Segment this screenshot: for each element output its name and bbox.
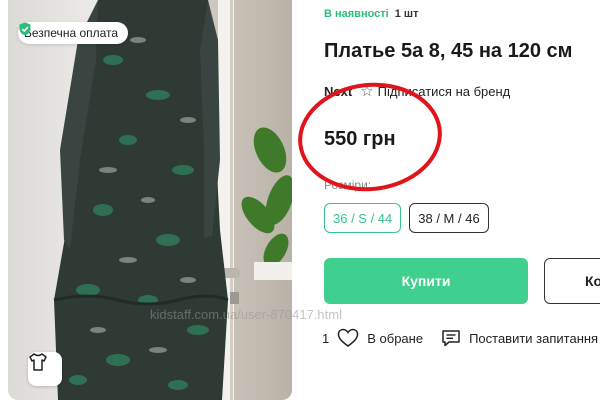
star-icon: ☆: [360, 83, 374, 100]
product-price: 550 грн: [324, 128, 396, 150]
ask-question-label: Поставити запитання: [469, 330, 599, 346]
shield-check-icon: [19, 22, 31, 36]
size-option-selected[interactable]: 36 / S / 44: [324, 203, 402, 233]
safe-payment-label: Безпечна оплата: [24, 26, 119, 40]
secondary-action-button[interactable]: Ко: [544, 258, 600, 304]
availability-row: В наявності 1 шт: [324, 8, 418, 20]
brand-name[interactable]: Next: [324, 84, 352, 99]
sizes-label: Розміри:: [324, 178, 372, 192]
buy-button[interactable]: Купити: [324, 258, 528, 304]
availability-quantity: 1 шт: [394, 8, 419, 20]
safe-payment-badge[interactable]: Безпечна оплата: [18, 22, 129, 44]
size-chart-button[interactable]: [28, 352, 62, 386]
subscribe-brand-button[interactable]: ☆ Підписатися на бренд: [360, 84, 510, 99]
favorite-button[interactable]: 1 В обране: [322, 328, 423, 348]
actions-row: 1 В обране Поставити запитання: [322, 328, 598, 348]
heart-icon: [337, 328, 359, 347]
dress-image: [53, 0, 292, 400]
product-photo[interactable]: Безпечна оплата: [8, 0, 292, 400]
brand-row: Next ☆ Підписатися на бренд: [324, 84, 510, 99]
size-option[interactable]: 38 / M / 46: [409, 203, 489, 233]
chat-icon: [442, 330, 460, 347]
size-options: 36 / S / 44 38 / M / 46: [324, 203, 489, 233]
ask-question-button[interactable]: Поставити запитання: [441, 329, 598, 347]
subscribe-brand-label: Підписатися на бренд: [377, 84, 511, 99]
availability-status: В наявності: [324, 8, 389, 20]
product-title: Платье 5а 8, 45 на 120 см: [324, 40, 573, 62]
favorite-count: 1: [322, 330, 330, 346]
favorite-label: В обране: [367, 330, 424, 346]
tshirt-icon: [29, 353, 47, 371]
